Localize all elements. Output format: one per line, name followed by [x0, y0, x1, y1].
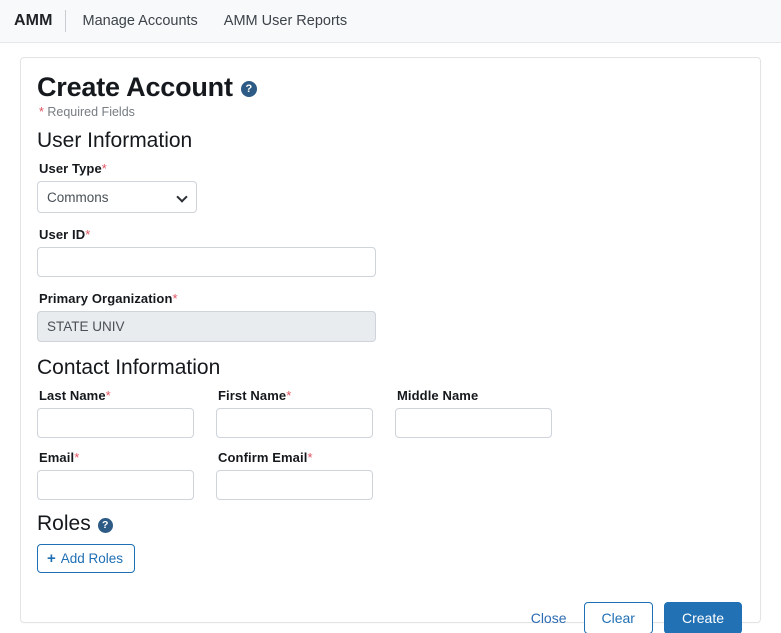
help-circle-icon-title[interactable]: ?: [240, 80, 257, 97]
section-heading-contact-information: Contact Information: [37, 356, 221, 379]
label-last-name-text: Last Name: [39, 388, 106, 403]
label-email: Email*: [39, 450, 194, 465]
field-first-name: First Name*: [216, 388, 373, 438]
field-confirm-email: Confirm Email*: [216, 450, 373, 500]
close-button[interactable]: Close: [525, 604, 573, 632]
required-asterisk: *: [39, 105, 44, 119]
label-user-id-text: User ID: [39, 227, 86, 242]
label-confirm-email: Confirm Email*: [218, 450, 373, 465]
clear-button[interactable]: Clear: [583, 602, 653, 633]
form-actions: Close Clear Create: [37, 602, 744, 633]
label-primary-organization-text: Primary Organization: [39, 291, 173, 306]
field-user-id: User ID*: [37, 227, 744, 277]
plus-icon: +: [47, 550, 56, 567]
required-asterisk: *: [286, 388, 292, 403]
required-asterisk: *: [105, 388, 111, 403]
required-asterisk: *: [101, 161, 107, 176]
app-brand-amm[interactable]: AMM: [12, 12, 65, 30]
add-roles-label: Add Roles: [60, 551, 124, 566]
required-asterisk: *: [74, 450, 80, 465]
middle-name-input[interactable]: [395, 408, 552, 438]
label-first-name-text: First Name: [218, 388, 287, 403]
email-input[interactable]: [37, 470, 194, 500]
create-button[interactable]: Create: [663, 602, 742, 633]
nav-link-amm-user-reports[interactable]: AMM User Reports: [211, 13, 360, 29]
nav-link-manage-accounts[interactable]: Manage Accounts: [70, 13, 211, 29]
required-asterisk: *: [307, 450, 313, 465]
create-account-card: Create Account ? * Required Fields User …: [20, 57, 761, 633]
field-email: Email*: [37, 450, 194, 500]
confirm-email-input[interactable]: [216, 470, 373, 500]
user-type-select[interactable]: [37, 181, 197, 213]
label-email-text: Email: [39, 450, 75, 465]
last-name-input[interactable]: [37, 408, 194, 438]
required-asterisk: *: [172, 291, 178, 306]
required-asterisk: *: [85, 227, 91, 242]
field-middle-name: Middle Name: [395, 388, 552, 438]
section-heading-roles: Roles ?: [37, 512, 744, 536]
page-title-text: Create Account: [37, 72, 233, 102]
top-navbar: AMM Manage Accounts AMM User Reports: [0, 0, 781, 43]
label-last-name: Last Name*: [39, 388, 194, 403]
field-primary-organization: Primary Organization*: [37, 291, 744, 342]
page-body: Create Account ? * Required Fields User …: [0, 43, 781, 633]
section-heading-user-information: User Information: [37, 129, 193, 152]
label-first-name: First Name*: [218, 388, 373, 403]
required-fields-note: * Required Fields: [39, 105, 744, 119]
label-user-type: User Type*: [39, 161, 744, 176]
contact-row-names: Last Name* First Name* Middle Name: [37, 388, 744, 438]
label-middle-name: Middle Name: [397, 388, 479, 403]
first-name-input[interactable]: [216, 408, 373, 438]
navbar-separator: [64, 10, 66, 32]
label-confirm-email-text: Confirm Email: [218, 450, 308, 465]
page-title: Create Account ?: [37, 72, 744, 103]
section-heading-roles-text: Roles: [37, 512, 91, 535]
field-last-name: Last Name*: [37, 388, 194, 438]
label-user-type-text: User Type: [39, 161, 102, 176]
label-user-id: User ID*: [39, 227, 744, 242]
user-type-select-wrap: [37, 181, 197, 213]
add-roles-button[interactable]: + Add Roles: [37, 544, 136, 573]
contact-row-emails: Email* Confirm Email*: [37, 450, 744, 500]
field-user-type: User Type*: [37, 161, 744, 213]
label-primary-organization: Primary Organization*: [39, 291, 744, 306]
required-fields-label: Required Fields: [47, 105, 135, 119]
user-id-input[interactable]: [37, 247, 376, 277]
help-circle-icon-roles[interactable]: ?: [97, 517, 113, 533]
primary-organization-input: [37, 311, 376, 342]
